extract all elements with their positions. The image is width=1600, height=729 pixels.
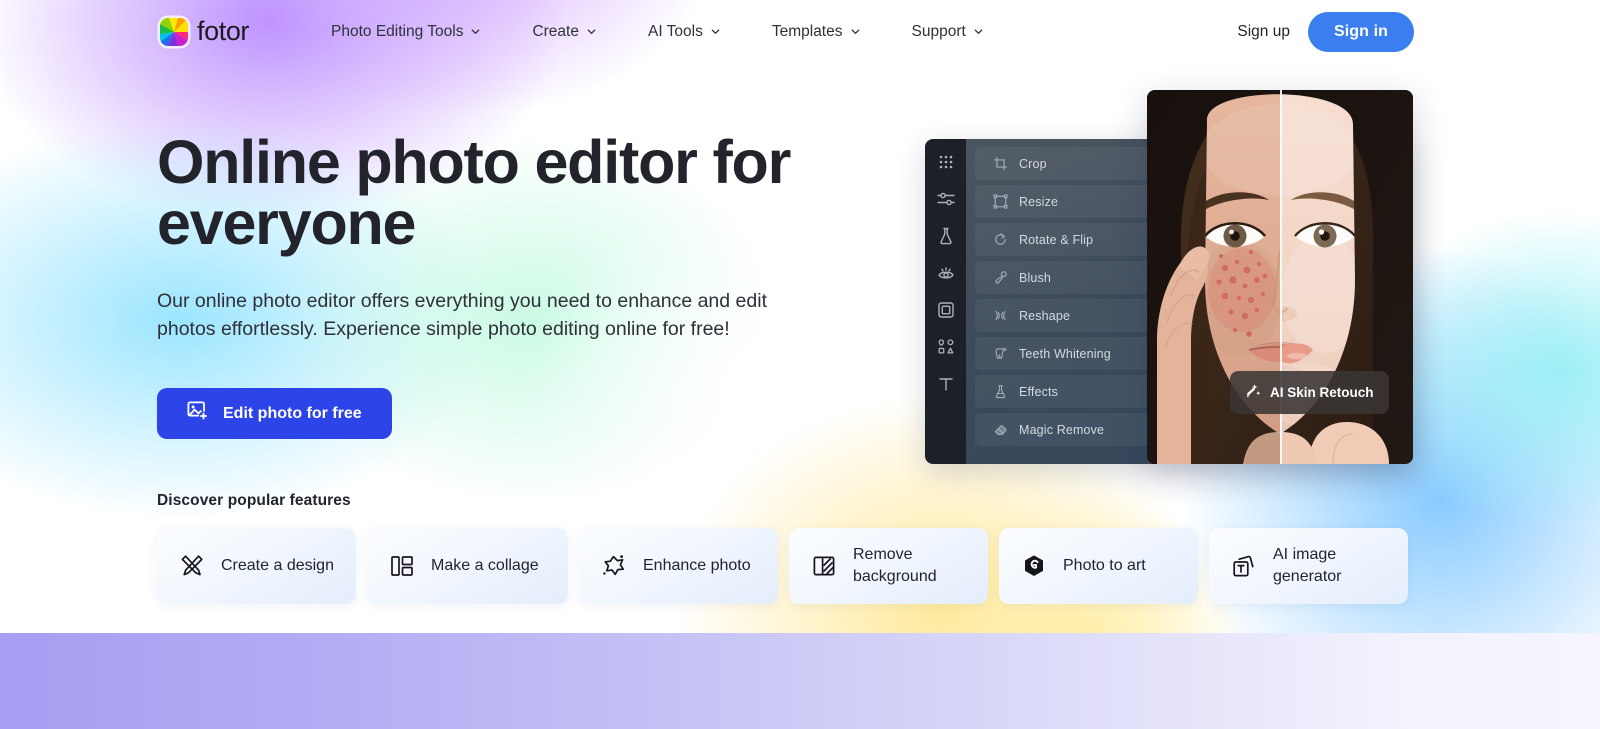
fotor-color-wheel-logo [160,17,188,46]
brand-logo[interactable]: fotor [160,16,249,47]
feature-label: Remove background [853,546,937,585]
nav-item-support[interactable]: Support [886,23,1009,41]
nav-label: Create [532,22,579,40]
nav-item-templates[interactable]: Templates [746,23,886,41]
feature-label: Photo to art [1063,557,1146,575]
feature-label: AI image generator [1273,546,1342,585]
nav-item-create[interactable]: Create [506,23,622,41]
brand-name: fotor [197,16,250,46]
resize-icon [993,194,1008,209]
effects-flask-icon [993,384,1008,399]
crop-icon [993,156,1008,171]
chevron-down-icon [470,26,480,36]
chevron-down-icon [850,26,860,36]
tool-label: Teeth Whitening [1019,346,1111,361]
pen-ruler-icon [179,553,205,579]
tool-label: Resize [1019,194,1059,209]
feature-card-ai-image-generator[interactable]: AI image generator [1209,528,1408,604]
nav-label: Support [911,22,966,40]
header-actions: Sign up Sign in [1237,11,1414,52]
feature-card-photo-to-art[interactable]: Photo to art [999,528,1198,604]
feature-label: Make a collage [431,557,539,575]
tooltip-label: AI Skin Retouch [1270,385,1374,400]
tool-label: Rotate & Flip [1019,232,1094,247]
magic-wand-sparkle-icon [1245,382,1261,403]
site-header: fotor Photo Editing Tools Create AI Tool… [0,0,1600,63]
adjust-sliders-icon[interactable] [936,189,956,209]
feature-card-make-a-collage[interactable]: Make a collage [367,528,568,604]
popular-features-section: Discover popular features Create a desig… [157,492,1408,604]
hexagon-art-icon [1021,553,1047,579]
frame-icon[interactable] [936,300,956,320]
chevron-down-icon [586,26,596,36]
text-t-icon[interactable] [936,374,956,394]
ai-image-generator-icon [1231,553,1257,579]
remove-background-icon [811,553,837,579]
eye-icon[interactable] [936,263,956,283]
chevron-down-icon [973,26,983,36]
feature-card-create-a-design[interactable]: Create a design [157,528,356,604]
feature-label: Create a design [221,557,334,575]
feature-card-list: Create a design Make a collage Enhance p… [157,528,1408,604]
tool-label: Magic Remove [1019,422,1105,437]
beauty-flask-icon[interactable] [936,226,956,246]
tool-label: Blush [1019,270,1052,285]
sign-up-link[interactable]: Sign up [1237,23,1290,41]
tool-label: Crop [1019,156,1047,171]
rotate-icon [993,232,1008,247]
sparkle-star-icon [601,553,627,579]
feature-card-remove-background[interactable]: Remove background [789,528,988,604]
tooth-icon [993,346,1008,361]
eraser-icon [993,422,1008,437]
collage-layout-icon [389,553,415,579]
page-title: Online photo editor for everyone [157,128,791,257]
before-after-photo: AI Skin Retouch [1147,90,1413,464]
chevron-down-icon [710,26,720,36]
edit-photo-for-free-button[interactable]: Edit photo for free [157,388,392,440]
nav-label: Templates [771,22,843,40]
cta-label: Edit photo for free [223,404,362,422]
shapes-icon[interactable] [936,337,956,357]
add-image-icon [187,400,209,427]
main-navigation: Photo Editing Tools Create AI Tools Temp… [305,23,1009,41]
nav-item-photo-editing-tools[interactable]: Photo Editing Tools [305,23,506,41]
sign-in-button[interactable]: Sign in [1307,11,1414,52]
hero-section: Online photo editor for everyone Our onl… [157,128,817,440]
next-section-band [0,633,1600,729]
nav-label: Photo Editing Tools [331,22,464,40]
blush-icon [993,270,1008,285]
tool-label: Effects [1019,384,1059,399]
tool-label: Reshape [1019,308,1071,323]
ai-skin-retouch-tooltip[interactable]: AI Skin Retouch [1230,371,1389,414]
apps-grid-icon[interactable] [936,152,956,172]
hero-subtitle: Our online photo editor offers everythin… [157,290,767,340]
editor-tool-rail [925,139,966,464]
feature-card-enhance-photo[interactable]: Enhance photo [579,528,778,604]
feature-label: Enhance photo [643,557,751,575]
reshape-icon [993,308,1008,323]
features-title: Discover popular features [157,492,351,509]
nav-label: AI Tools [647,22,703,40]
nav-item-ai-tools[interactable]: AI Tools [622,23,746,41]
